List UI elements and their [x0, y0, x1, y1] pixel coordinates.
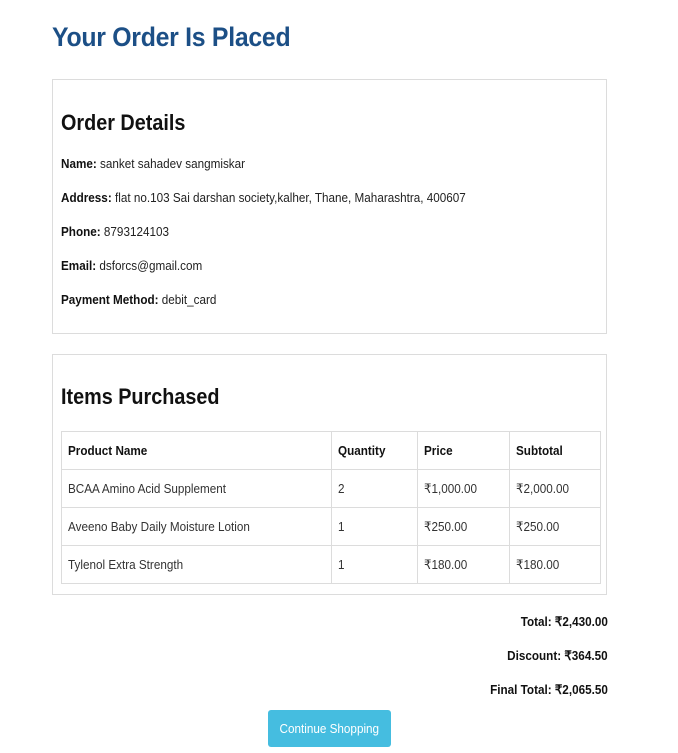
name-label: Name:	[61, 156, 97, 171]
table-header-row: Product Name Quantity Price Subtotal	[61, 431, 601, 470]
subtotal-cell: ₹250.00	[509, 507, 601, 546]
order-details-heading: Order Details	[61, 110, 186, 135]
email-value: dsforcs@gmail.com	[99, 258, 203, 273]
quantity-cell: 1	[331, 507, 418, 546]
price-cell: ₹1,000.00	[417, 469, 510, 508]
phone-label: Phone:	[61, 224, 101, 239]
subtotal-cell: ₹180.00	[509, 545, 601, 584]
table-row: BCAA Amino Acid Supplement 2 ₹1,000.00 ₹…	[61, 469, 601, 508]
product-name-cell: Tylenol Extra Strength	[61, 545, 332, 584]
payment-method-row: Payment Method: debit_card	[61, 292, 216, 307]
items-purchased-card: Items Purchased Product Name Quantity Pr…	[52, 354, 607, 595]
order-final-total: Final Total: ₹2,065.50	[490, 682, 608, 697]
name-row: Name: sanket sahadev sangmiskar	[61, 156, 245, 171]
order-details-card: Order Details Name: sanket sahadev sangm…	[52, 79, 607, 334]
column-header-quantity: Quantity	[331, 431, 418, 470]
items-table: Product Name Quantity Price Subtotal BCA…	[61, 431, 601, 584]
name-value: sanket sahadev sangmiskar	[100, 156, 246, 171]
product-name-cell: BCAA Amino Acid Supplement	[61, 469, 332, 508]
phone-value: 8793124103	[103, 224, 169, 239]
table-row: Tylenol Extra Strength 1 ₹180.00 ₹180.00	[61, 545, 601, 584]
continue-shopping-button[interactable]: Continue Shopping	[268, 710, 391, 747]
email-row: Email: dsforcs@gmail.com	[61, 258, 202, 273]
price-cell: ₹250.00	[417, 507, 510, 546]
column-header-subtotal: Subtotal	[509, 431, 601, 470]
order-discount: Discount: ₹364.50	[507, 648, 608, 663]
product-name-cell: Aveeno Baby Daily Moisture Lotion	[61, 507, 332, 546]
page-title: Your Order Is Placed	[52, 22, 291, 52]
column-header-product: Product Name	[61, 431, 332, 470]
order-total: Total: ₹2,430.00	[520, 614, 608, 629]
column-header-price: Price	[417, 431, 510, 470]
quantity-cell: 1	[331, 545, 418, 584]
address-row: Address: flat no.103 Sai darshan society…	[61, 190, 466, 205]
continue-shopping-label: Continue Shopping	[279, 721, 380, 736]
table-row: Aveeno Baby Daily Moisture Lotion 1 ₹250…	[61, 507, 601, 546]
price-cell: ₹180.00	[417, 545, 510, 584]
address-value: flat no.103 Sai darshan society,kalher, …	[114, 190, 466, 205]
phone-row: Phone: 8793124103	[61, 224, 169, 239]
payment-method-value: debit_card	[161, 292, 217, 307]
items-purchased-heading: Items Purchased	[61, 384, 220, 409]
quantity-cell: 2	[331, 469, 418, 508]
email-label: Email:	[61, 258, 97, 273]
payment-method-label: Payment Method:	[61, 292, 159, 307]
subtotal-cell: ₹2,000.00	[509, 469, 601, 508]
address-label: Address:	[61, 190, 112, 205]
